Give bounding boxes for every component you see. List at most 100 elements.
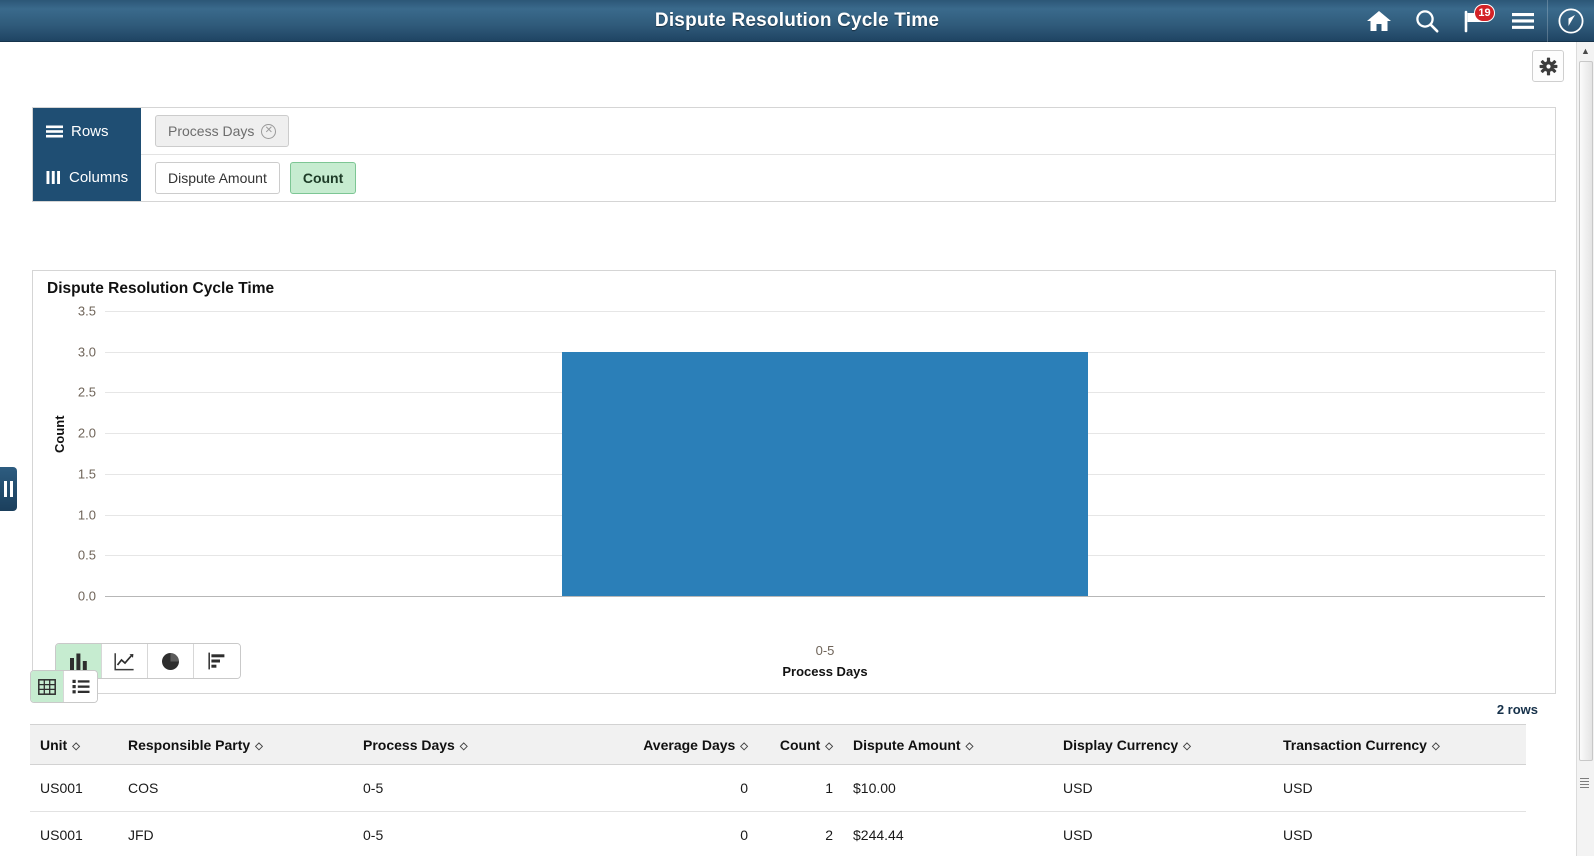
cell-transaction_currency: USD — [1273, 811, 1526, 856]
header-icon-group: 19 — [1355, 0, 1594, 42]
cell-display_currency: USD — [1053, 764, 1273, 812]
columns-chip-row: Dispute Amount Count — [141, 155, 1555, 201]
grid-view-icon[interactable] — [31, 671, 64, 702]
sort-toggle-icon[interactable]: ◇ — [72, 741, 80, 752]
facet-rows-button[interactable]: Rows — [33, 108, 141, 155]
sidebar-collapse-handle[interactable] — [0, 467, 17, 511]
chart-plot-area: 0.0 0.5 1.0 1.5 2.0 2.5 3.0 3.5 0-5 Process Days — [78, 304, 1545, 679]
column-header-label: Dispute Amount — [853, 736, 961, 753]
cell-responsible_party: JFD — [118, 811, 353, 856]
line-chart-icon[interactable] — [102, 644, 148, 678]
page-content: Rows Columns Process Days ✕ Dispute Amou… — [0, 42, 1576, 856]
cell-unit: US001 — [30, 811, 118, 856]
hamburger-menu-icon[interactable] — [1499, 0, 1547, 42]
column-header-label: Unit — [40, 736, 68, 753]
facet-columns-label: Columns — [69, 169, 129, 187]
pie-chart-icon[interactable] — [148, 644, 194, 678]
table-row[interactable]: US001 JFD 0-5 0 2 $244.44 USD USD — [30, 811, 1526, 856]
facet-columns-button[interactable]: Columns — [33, 155, 141, 202]
chart-x-axis-label: Process Days — [782, 664, 868, 679]
chart-y-axis-label: Count — [52, 415, 67, 453]
notification-badge: 19 — [1474, 4, 1495, 22]
chart-y-tick-label: 2.5 — [77, 384, 96, 400]
row-count-label: 2 rows — [1496, 702, 1538, 717]
cell-dispute_amount: $244.44 — [843, 811, 1053, 856]
column-header-label: Responsible Party — [128, 736, 251, 753]
sort-toggle-icon[interactable]: ◇ — [1183, 741, 1191, 752]
sort-toggle-icon[interactable]: ◇ — [740, 741, 748, 752]
chart-y-tick-label: 1.5 — [77, 466, 96, 482]
chart-y-tick-label: 2.0 — [77, 425, 96, 441]
chart-y-tick-label: 0.5 — [77, 547, 96, 563]
chip-dispute-amount[interactable]: Dispute Amount — [155, 162, 280, 194]
scrollbar-thumb[interactable] — [1579, 61, 1593, 761]
sort-toggle-icon[interactable]: ◇ — [825, 741, 833, 752]
column-header-unit[interactable]: Unit ◇ — [30, 724, 118, 765]
cell-average_days: 0 — [603, 811, 758, 856]
sort-toggle-icon[interactable]: ◇ — [460, 741, 468, 752]
chip-label: Count — [302, 170, 344, 186]
cell-unit: US001 — [30, 764, 118, 812]
horizontal-bar-chart-icon[interactable] — [194, 644, 240, 678]
columns-icon — [46, 171, 61, 185]
cell-process_days: 0-5 — [353, 811, 603, 856]
scrollbar-grip-icon — [1580, 778, 1589, 790]
facet-chip-area: Process Days ✕ Dispute Amount Count — [141, 108, 1555, 201]
chip-label: Dispute Amount — [168, 170, 267, 186]
table-header-row: Unit ◇ Responsible Party ◇ Process Days ◇ Aver… — [30, 724, 1526, 765]
column-header-label: Count — [779, 736, 821, 753]
sort-toggle-icon[interactable]: ◇ — [966, 741, 974, 752]
rows-chip-row: Process Days ✕ — [141, 108, 1555, 155]
chart-card: Dispute Resolution Cycle Time Count 0.0 0… — [32, 270, 1556, 694]
chip-process-days[interactable]: Process Days ✕ — [155, 115, 290, 147]
chart-bar[interactable] — [562, 351, 1088, 596]
handle-bar — [10, 481, 13, 497]
table-header: Unit ◇ Responsible Party ◇ Process Days ◇ Aver… — [30, 724, 1526, 765]
gear-icon[interactable] — [1532, 50, 1564, 82]
cell-display_currency: USD — [1053, 811, 1273, 856]
facet-rows-label: Rows — [71, 122, 109, 140]
view-toggle-group — [30, 670, 98, 703]
page-vertical-scrollbar[interactable]: ▲ — [1576, 42, 1594, 856]
table-row[interactable]: US001 COS 0-5 0 1 $10.00 USD USD — [30, 764, 1526, 812]
column-header-responsible_party[interactable]: Responsible Party ◇ — [118, 724, 353, 765]
chart-y-tick-label: 1.0 — [77, 507, 96, 523]
list-view-icon[interactable] — [64, 671, 97, 702]
rows-icon — [46, 125, 63, 138]
sort-toggle-icon[interactable]: ◇ — [255, 741, 263, 752]
cell-responsible_party: COS — [118, 764, 353, 812]
scroll-up-arrow-icon[interactable]: ▲ — [1577, 42, 1594, 59]
handle-bar — [4, 481, 7, 497]
home-icon[interactable] — [1355, 0, 1403, 42]
chart-y-tick-label: 0.0 — [77, 588, 96, 604]
chip-label: Process Days — [168, 123, 255, 139]
cell-count: 1 — [758, 764, 843, 812]
column-header-label: Average Days — [643, 736, 736, 753]
cell-average_days: 0 — [603, 764, 758, 812]
chart-x-tick-label: 0-5 — [815, 643, 835, 658]
pivot-facet-panel: Rows Columns Process Days ✕ Dispute Amou… — [32, 107, 1556, 202]
column-header-process_days[interactable]: Process Days ◇ — [353, 724, 603, 765]
column-header-display_currency[interactable]: Display Currency ◇ — [1053, 724, 1273, 765]
facet-label-column: Rows Columns — [33, 108, 141, 201]
sort-toggle-icon[interactable]: ◇ — [1432, 741, 1440, 752]
column-header-label: Display Currency — [1063, 736, 1179, 753]
column-header-average_days[interactable]: Average Days ◇ — [603, 724, 758, 765]
chart-y-tick-label: 3.5 — [77, 303, 96, 319]
column-header-count[interactable]: Count ◇ — [758, 724, 843, 765]
column-header-dispute_amount[interactable]: Dispute Amount ◇ — [843, 724, 1053, 765]
cell-dispute_amount: $10.00 — [843, 764, 1053, 812]
app-header: Dispute Resolution Cycle Time 19 — [0, 0, 1594, 42]
column-header-label: Process Days — [363, 736, 455, 753]
chip-remove-icon[interactable]: ✕ — [261, 123, 277, 139]
notifications-flag-icon[interactable]: 19 — [1451, 0, 1499, 42]
chip-count[interactable]: Count — [289, 162, 357, 194]
search-icon[interactable] — [1403, 0, 1451, 42]
chart-title: Dispute Resolution Cycle Time — [47, 280, 275, 297]
column-header-transaction_currency[interactable]: Transaction Currency ◇ — [1273, 724, 1526, 765]
column-header-label: Transaction Currency — [1283, 736, 1427, 753]
cell-count: 2 — [758, 811, 843, 856]
results-table: Unit ◇ Responsible Party ◇ Process Days ◇ Aver… — [30, 724, 1526, 856]
navbar-compass-icon[interactable] — [1548, 0, 1594, 42]
chart-y-tick-label: 3.0 — [77, 344, 96, 360]
